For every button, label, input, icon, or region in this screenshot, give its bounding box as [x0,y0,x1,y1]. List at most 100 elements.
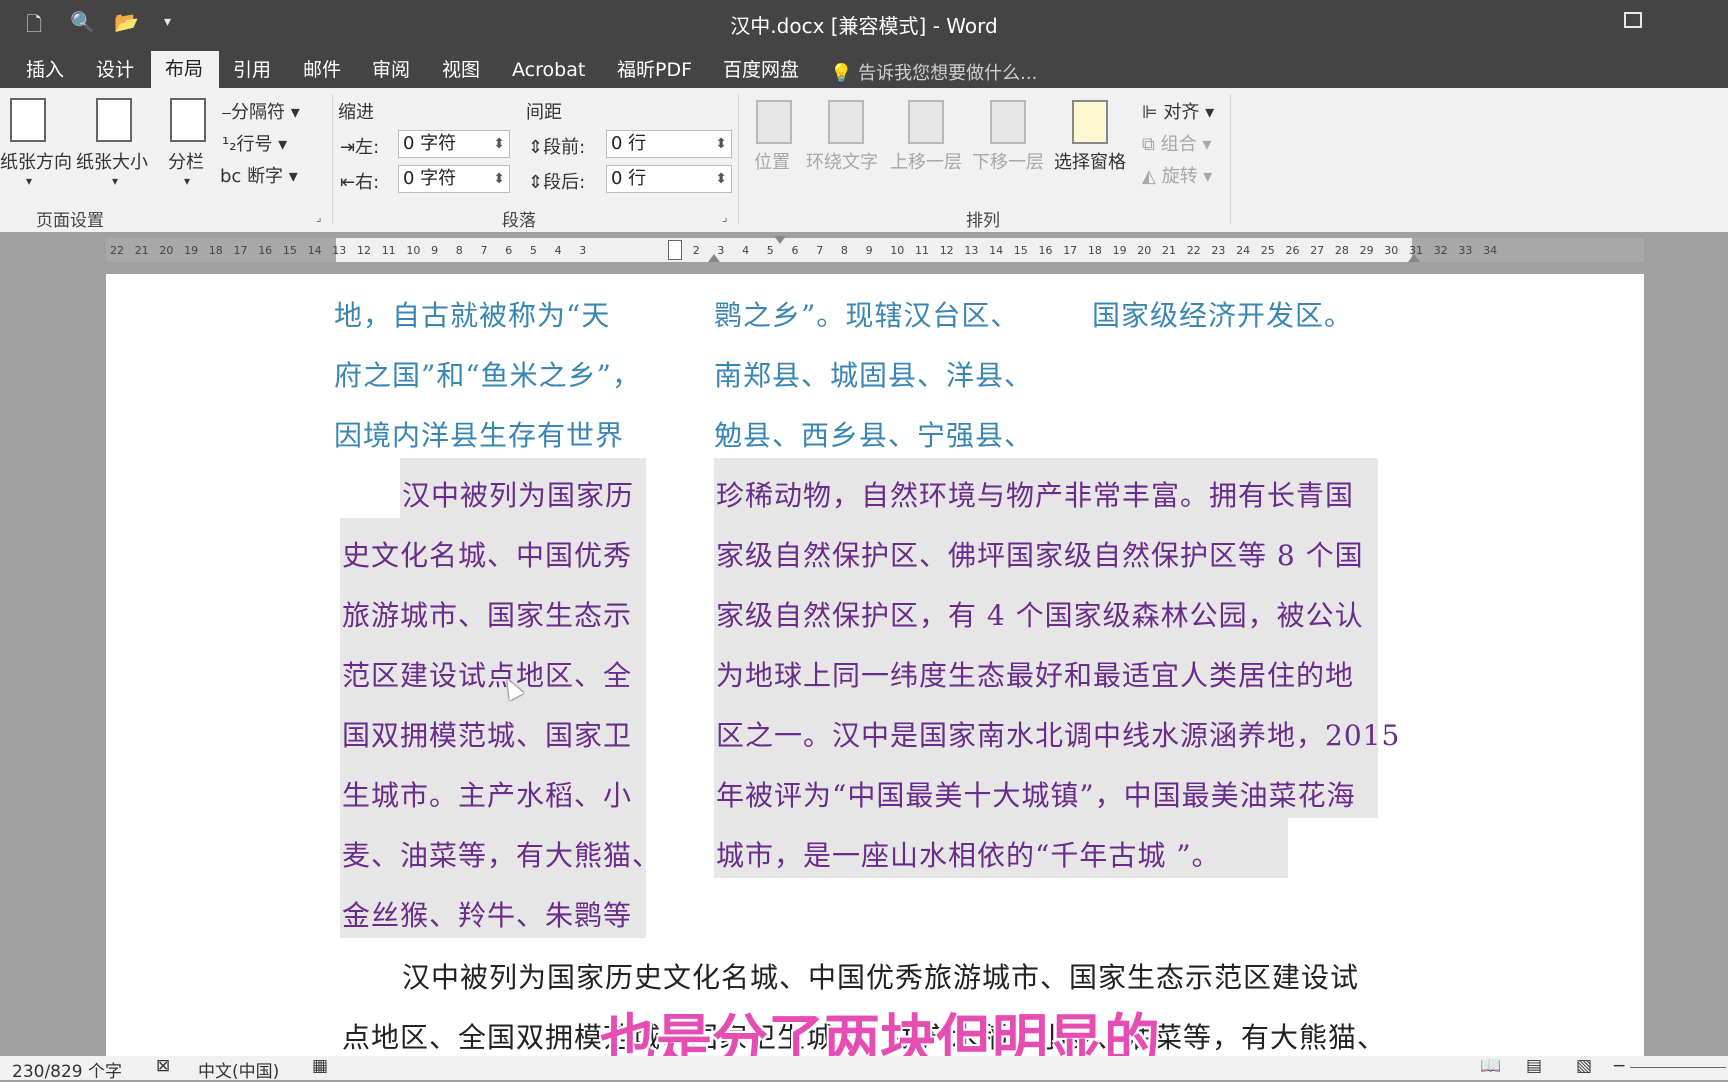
ribbon-display-icon[interactable] [1624,12,1642,28]
line-numbers-button[interactable]: ¹₂行号 ▾ [222,130,287,156]
web-layout-icon[interactable]: ▧ [1576,1056,1592,1076]
tab-view[interactable]: 视图 [428,55,494,88]
send-backward-icon [990,100,1026,144]
ruler-tick: 4 [742,244,750,257]
hyphenation-button[interactable]: bc 断字 ▾ [220,162,298,188]
indent-left-input[interactable]: 0 字符 [398,130,510,158]
ruler-tick: 19 [1112,244,1127,257]
text-line: 范区建设试点地区、全 [342,659,633,692]
dialog-launcher-icon[interactable]: ⌟ [316,210,322,224]
tab-foxit-pdf[interactable]: 福昕PDF [603,55,706,88]
ruler-tick: 5 [529,244,537,257]
ruler-tick: 7 [480,244,488,257]
text-line: 因境内洋县生存有世界 [334,419,625,452]
ruler-tick: 25 [1260,244,1275,257]
dialog-launcher-icon[interactable]: ⌟ [722,210,728,224]
ruler-tick: 11 [381,244,396,257]
horizontal-ruler[interactable]: 222120191817161514131211109876543 123456… [106,236,1644,262]
ruler-tick: 4 [554,244,562,257]
right-indent-marker[interactable] [1408,254,1420,262]
tell-me-box[interactable]: 💡 告诉我您想要做什么... [830,59,1037,85]
tab-review[interactable]: 审阅 [358,55,424,88]
tab-references[interactable]: 引用 [219,55,285,88]
ruler-tick: 13 [332,244,347,257]
columns-icon [170,98,206,142]
text-line: 鹮之乡”。现辖汉台区、 [714,299,1020,332]
ruler-tick: 18 [1087,244,1102,257]
read-mode-icon[interactable]: 📖 [1480,1056,1501,1076]
page-size-button[interactable]: 纸张大小 [76,148,148,174]
send-backward-button[interactable]: 下移一层 [972,148,1044,174]
ruler-tick: 8 [840,244,848,257]
tab-insert[interactable]: 插入 [12,55,78,88]
spacing-before-label: ⇕段前: [528,137,586,158]
wrap-text-button[interactable]: 环绕文字 [806,148,878,174]
tab-design[interactable]: 设计 [82,55,148,88]
tell-me-text: 告诉我您想要做什么... [858,63,1038,84]
rotate-button[interactable]: ◭ 旋转 ▾ [1142,162,1212,188]
ruler-tick: 5 [766,244,774,257]
ruler-tick: 22 [1186,244,1201,257]
macro-icon[interactable]: ▦ [312,1056,328,1076]
spacing-after-label: ⇕段后: [528,172,586,193]
rotate-icon: ◭ [1142,166,1156,187]
ruler-tick: 24 [1236,244,1251,257]
group-label-page-setup: 页面设置 [36,211,104,231]
ribbon-tabs: 插入 设计 布局 引用 邮件 审阅 视图 Acrobat 福昕PDF 百度网盘 … [0,47,1728,88]
indent-left-icon: ⇥ [340,137,356,158]
group-button[interactable]: ⧉ 组合 ▾ [1142,130,1211,156]
ruler-tick: 7 [816,244,824,257]
tab-layout[interactable]: 布局 [151,51,219,88]
tab-baidu-netdisk[interactable]: 百度网盘 [709,55,813,88]
zoom-out-icon[interactable]: − [1612,1056,1626,1076]
text-line: 国家级经济开发区。 [1092,299,1354,332]
breaks-button[interactable]: ⎯分隔符 ▾ [222,98,300,124]
spacing-after-input[interactable]: 0 行 [606,165,732,193]
text-line: 旅游城市、国家生态示 [342,599,633,632]
ruler-tick: 10 [890,244,905,257]
selection-pane-button[interactable]: 选择窗格 [1054,148,1126,174]
position-button[interactable]: 位置 [754,148,790,174]
tab-acrobat[interactable]: Acrobat [498,55,599,88]
zoom-slider[interactable] [1630,1067,1726,1068]
column-marker[interactable] [668,240,682,260]
spacing-before-input[interactable]: 0 行 [606,130,732,158]
hanging-indent-marker[interactable] [708,254,720,262]
text-line: 家级自然保护区，有 4 个国家级森林公园，被公认 [716,599,1364,632]
ruler-tick: 10 [406,244,421,257]
line-numbers-icon: ¹₂ [222,134,237,155]
language-indicator[interactable]: 中文(中国) [198,1057,279,1082]
text-line: 汉中被列为国家历史文化名城、中国优秀旅游城市、国家生态示范区建设试 [402,961,1360,994]
bring-forward-button[interactable]: 上移一层 [890,148,962,174]
first-line-indent-marker[interactable] [774,236,786,244]
text-line: 区之一。汉中是国家南水北调中线水源涵养地，2015 [716,719,1401,752]
ruler-tick: 16 [1038,244,1053,257]
tab-mailings[interactable]: 邮件 [289,55,355,88]
ruler-tick: 16 [258,244,273,257]
ruler-tick: 6 [791,244,799,257]
text-line: 金丝猴、羚牛、朱鹮等 [342,899,633,932]
text-line: 勉县、西乡县、宁强县、 [714,419,1034,452]
indent-left-label: ⇥左: [340,137,380,158]
print-layout-icon[interactable]: ▤ [1526,1056,1542,1076]
orientation-button[interactable]: 纸张方向 [0,148,72,174]
document-page[interactable]: 地，自古就被称为“天 府之国”和“鱼米之乡”， 因境内洋县生存有世界 鹮之乡”。… [106,274,1644,1064]
title-bar: 🗋 🔍 📂 ▾ 汉中.docx [兼容模式] - Word [0,0,1728,47]
ruler-tick: 11 [915,244,929,257]
proofing-icon[interactable]: ⊠ [156,1056,170,1076]
text-line: 地，自古就被称为“天 [334,299,611,332]
ruler-tick: 19 [184,244,199,257]
ruler-tick: 13 [964,244,979,257]
ruler-tick: 17 [233,244,248,257]
group-icon: ⧉ [1142,134,1155,155]
indent-right-input[interactable]: 0 字符 [398,165,510,193]
align-button[interactable]: ⊫ 对齐 ▾ [1142,98,1214,124]
breaks-icon: ⎯ [222,102,231,123]
word-count[interactable]: 230/829 个字 [12,1057,122,1082]
ruler-tick: 17 [1063,244,1078,257]
columns-button[interactable]: 分栏 [168,148,204,174]
ruler-tick: 22 [110,244,124,257]
chevron-down-icon: ▾ [184,174,191,188]
group-separator [1230,94,1231,224]
ruler-tick: 8 [455,244,463,257]
